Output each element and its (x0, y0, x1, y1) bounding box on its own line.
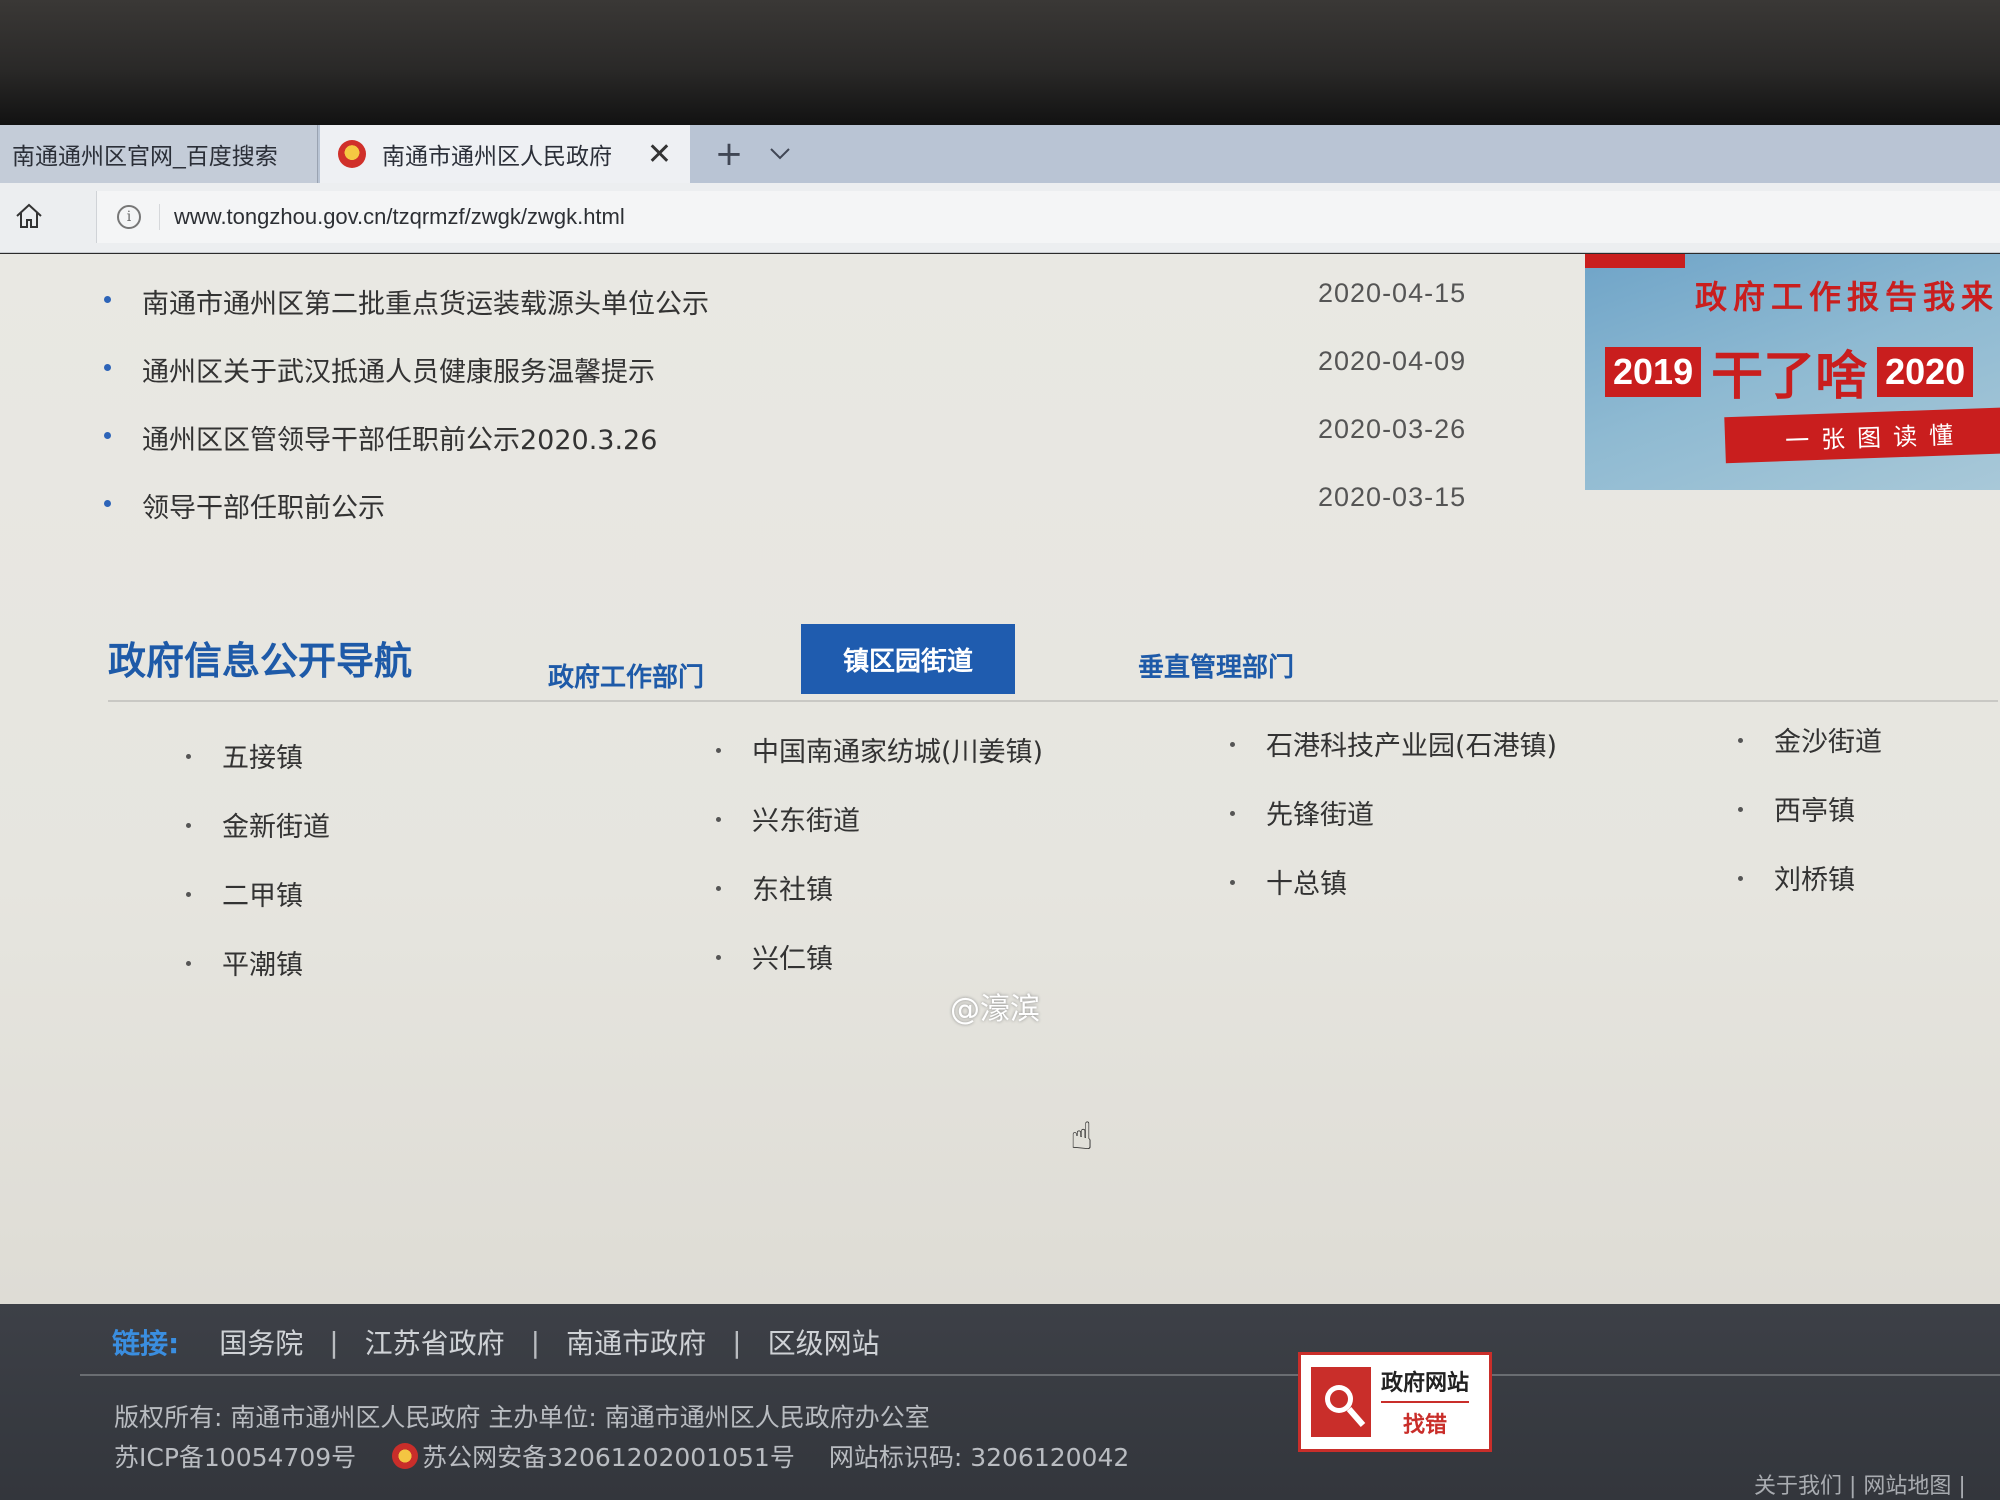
bullet (104, 296, 111, 303)
town-name[interactable]: 十总镇 (1266, 862, 1347, 901)
page-content: 南通市通州区第二批重点货运装载源头单位公示 2020-04-15 通州区关于武汉… (0, 254, 2000, 1304)
badge-text: 政府网站 找错 (1381, 1365, 1470, 1439)
registration-info: 苏ICP备10054709号 苏公网安备32061202001051号 网站标识… (114, 1438, 1129, 1474)
town-name[interactable]: 兴东街道 (752, 799, 860, 838)
banner-year: 2019 (1605, 346, 1702, 397)
tab-label: 南通通州区官网_百度搜索 (12, 143, 278, 169)
badge-action: 找错 (1403, 1413, 1448, 1438)
bullet (104, 432, 111, 439)
new-tab-button[interactable]: + (706, 125, 752, 183)
town-name[interactable]: 五接镇 (222, 736, 303, 775)
bullet (716, 886, 721, 891)
list-item[interactable]: 通州区关于武汉抵通人员健康服务温馨提示 2020-04-09 (100, 342, 1500, 410)
home-icon[interactable] (14, 201, 44, 231)
bullet (104, 364, 111, 371)
bullet (716, 748, 721, 753)
browser-tab-bar: 南通通州区官网_百度搜索 南通市通州区人民政府 ✕ (0, 125, 2000, 183)
town-name[interactable]: 中国南通家纺城(川姜镇) (752, 730, 1043, 769)
divider (108, 700, 1998, 702)
town-name[interactable]: 二甲镇 (222, 874, 303, 913)
town-name[interactable]: 石港科技产业园(石港镇) (1266, 724, 1557, 763)
address-bar: i www.tongzhou.gov.cn/tzqrmzf/zwgk/zwgk.… (0, 183, 2000, 253)
monitor-bezel (0, 0, 2000, 125)
section-title: 政府信息公开导航 (108, 639, 413, 683)
news-date: 2020-04-15 (1318, 278, 1467, 308)
banner-subtitle: 一张图读懂 (1724, 406, 2000, 464)
info-icon[interactable]: i (117, 205, 141, 229)
magnifier-icon (1311, 1367, 1371, 1437)
town-name[interactable]: 金沙街道 (1774, 720, 1882, 759)
police-record[interactable]: 苏公网安备32061202001051号 (422, 1438, 795, 1474)
banner-headline: 2019 干了啥 2020 (1605, 334, 1974, 409)
bullet (186, 754, 191, 759)
gov-report-banner[interactable]: 政府工作报告我来 2019 干了啥 2020 一张图读懂 (1585, 254, 2000, 490)
list-item[interactable]: 通州区区管领导干部任职前公示2020.3.26 2020-03-26 (100, 410, 1500, 478)
hand-cursor-icon: ☝ (1070, 1114, 1094, 1158)
banner-year: 2020 (1877, 346, 1974, 397)
bullet (186, 961, 191, 966)
bottom-links: 关于我们 | 网站地图 | (1754, 1468, 1966, 1500)
bullet (1738, 807, 1743, 812)
list-item[interactable]: 领导干部任职前公示 2020-03-15 (100, 478, 1500, 546)
icp-number[interactable]: 苏ICP备10054709号 (114, 1438, 356, 1474)
news-title[interactable]: 领导干部任职前公示 (142, 486, 385, 525)
link-jiangsu-gov[interactable]: 江苏省政府 (365, 1322, 505, 1362)
about-sitemap-links[interactable]: 关于我们 | 网站地图 | (1754, 1474, 1966, 1499)
national-emblem-icon (338, 140, 366, 168)
news-title[interactable]: 通州区关于武汉抵通人员健康服务温馨提示 (142, 350, 655, 389)
news-date: 2020-03-26 (1318, 414, 1467, 444)
banner-title: 政府工作报告我来 (1695, 278, 2000, 316)
close-icon[interactable]: ✕ (647, 137, 672, 172)
link-state-council[interactable]: 国务院 (219, 1322, 303, 1362)
news-date: 2020-03-15 (1318, 482, 1467, 512)
url-text[interactable]: www.tongzhou.gov.cn/tzqrmzf/zwgk/zwgk.ht… (159, 204, 625, 230)
bullet (186, 892, 191, 897)
bullet (1230, 742, 1235, 747)
bullet (1230, 880, 1235, 885)
link-nantong-gov[interactable]: 南通市政府 (566, 1322, 706, 1362)
tab-label: 南通市通州区人民政府 (382, 143, 612, 169)
bullet (104, 500, 111, 507)
news-date: 2020-04-09 (1318, 346, 1467, 376)
site-id: 网站标识码: 3206120042 (828, 1443, 1130, 1472)
news-title[interactable]: 通州区区管领导干部任职前公示2020.3.26 (142, 418, 657, 457)
bullet (1230, 811, 1235, 816)
bullet (1738, 738, 1743, 743)
report-error-badge[interactable]: 政府网站 找错 (1298, 1352, 1492, 1452)
tab-tongzhou-gov[interactable]: 南通市通州区人民政府 ✕ (320, 125, 690, 183)
tab-vertical-management[interactable]: 垂直管理部门 (1106, 630, 1326, 700)
link-district-sites[interactable]: 区级网站 (768, 1322, 880, 1362)
town-name[interactable]: 先锋街道 (1266, 793, 1374, 832)
site-footer: 链接: 国务院 | 江苏省政府 | 南通市政府 | 区级网站 版权所有: 南通市… (0, 1304, 2000, 1500)
badge-title: 政府网站 (1381, 1365, 1470, 1403)
news-title[interactable]: 南通市通州区第二批重点货运装载源头单位公示 (142, 282, 709, 321)
bullet (716, 817, 721, 822)
separator: | (329, 1325, 339, 1359)
town-name[interactable]: 刘桥镇 (1774, 858, 1855, 897)
tab-towns-streets[interactable]: 镇区园街道 (801, 624, 1015, 694)
news-list: 南通市通州区第二批重点货运装载源头单位公示 2020-04-15 通州区关于武汉… (100, 274, 1500, 546)
bullet (716, 955, 721, 960)
separator: | (732, 1325, 742, 1359)
links-label: 链接: (112, 1327, 180, 1360)
town-name[interactable]: 金新街道 (222, 805, 330, 844)
tab-list-chevron-icon[interactable] (760, 125, 800, 183)
copyright-text: 版权所有: 南通市通州区人民政府 主办单位: 南通市通州区人民政府办公室 (114, 1403, 930, 1432)
town-name[interactable]: 西亭镇 (1774, 789, 1855, 828)
url-field[interactable]: i www.tongzhou.gov.cn/tzqrmzf/zwgk/zwgk.… (96, 191, 2000, 243)
separator: | (530, 1325, 541, 1359)
banner-ribbon (1585, 254, 1685, 268)
list-item[interactable]: 南通市通州区第二批重点货运装载源头单位公示 2020-04-15 (100, 274, 1500, 342)
weibo-watermark: @濠滨 (950, 992, 1040, 1027)
town-name[interactable]: 东社镇 (752, 868, 833, 907)
divider (80, 1374, 2000, 1376)
bullet (186, 823, 191, 828)
footer-links: 链接: 国务院 | 江苏省政府 | 南通市政府 | 区级网站 (112, 1322, 880, 1362)
police-badge-icon (392, 1443, 419, 1469)
town-name[interactable]: 平潮镇 (222, 943, 303, 982)
town-name[interactable]: 兴仁镇 (752, 937, 833, 976)
bullet (1738, 876, 1743, 881)
banner-middle: 干了啥 (1711, 347, 1868, 407)
tab-baidu-search[interactable]: 南通通州区官网_百度搜索 (0, 125, 318, 183)
